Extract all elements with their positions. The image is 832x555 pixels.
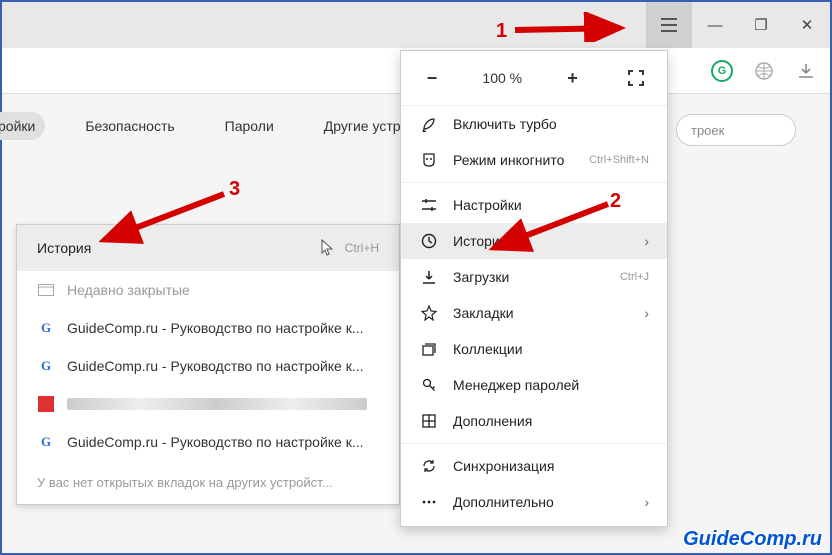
hamburger-menu-button[interactable] [646, 2, 692, 48]
window-titlebar: — ❐ ✕ [2, 2, 830, 48]
redacted-text [67, 398, 367, 410]
site-favicon-g: G [37, 319, 55, 337]
chevron-right-icon: › [644, 233, 649, 249]
history-item[interactable]: G GuideComp.ru - Руководство по настройк… [17, 309, 399, 347]
fullscreen-button[interactable] [623, 65, 649, 91]
annotation-3: 3 [229, 178, 240, 201]
more-icon [419, 494, 439, 510]
tab-passwords[interactable]: Пароли [215, 112, 284, 140]
zoom-row: − 100 % + [401, 51, 667, 106]
search-settings-input[interactable]: троек [676, 114, 796, 146]
history-submenu: История Ctrl+H Недавно закрытые G GuideC… [16, 224, 400, 505]
sync-icon [419, 458, 439, 474]
site-favicon-g: G [37, 433, 55, 451]
incognito-icon [419, 152, 439, 168]
zoom-in-button[interactable]: + [560, 65, 586, 91]
sliders-icon [419, 197, 439, 213]
shortcut-label: Ctrl+Shift+N [589, 154, 649, 166]
menu-addons[interactable]: Дополнения [401, 403, 667, 439]
no-tabs-message: У вас нет открытых вкладок на других уст… [17, 461, 399, 504]
minimize-button[interactable]: — [692, 2, 738, 48]
zoom-out-button[interactable]: − [419, 65, 445, 91]
history-item[interactable] [17, 385, 399, 423]
menu-more[interactable]: Дополнительно › [401, 484, 667, 520]
menu-history[interactable]: История › [401, 223, 667, 259]
history-label: История [37, 240, 91, 256]
history-item[interactable]: G GuideComp.ru - Руководство по настройк… [17, 347, 399, 385]
site-favicon-g: G [37, 357, 55, 375]
maximize-button[interactable]: ❐ [738, 2, 784, 48]
history-shortcut: Ctrl+H [345, 241, 379, 255]
site-favicon-red [37, 395, 55, 413]
tab-settings[interactable]: ройки [0, 112, 45, 140]
download-icon[interactable] [794, 59, 818, 83]
history-submenu-header[interactable]: История Ctrl+H [17, 225, 399, 271]
collections-icon [419, 341, 439, 357]
main-menu: − 100 % + Включить турбо Режим инкогнито… [400, 50, 668, 527]
download-icon [419, 269, 439, 285]
window-icon [37, 281, 55, 299]
menu-sync[interactable]: Синхронизация [401, 448, 667, 484]
grammarly-icon[interactable]: G [710, 59, 734, 83]
menu-passwords[interactable]: Менеджер паролей [401, 367, 667, 403]
star-icon [419, 305, 439, 321]
menu-bookmarks[interactable]: Закладки › [401, 295, 667, 331]
close-button[interactable]: ✕ [784, 2, 830, 48]
menu-settings[interactable]: Настройки [401, 187, 667, 223]
shortcut-label: Ctrl+J [620, 271, 649, 283]
puzzle-icon [419, 413, 439, 429]
globe-icon[interactable] [752, 59, 776, 83]
rocket-icon [419, 116, 439, 132]
chevron-right-icon: › [644, 494, 649, 510]
clock-icon [419, 233, 439, 249]
key-icon [419, 377, 439, 393]
recently-closed-header: Недавно закрытые [17, 271, 399, 309]
watermark: GuideComp.ru [683, 528, 822, 551]
tab-security[interactable]: Безопасность [75, 112, 184, 140]
cursor-icon [321, 239, 335, 257]
history-item[interactable]: G GuideComp.ru - Руководство по настройк… [17, 423, 399, 461]
chevron-right-icon: › [644, 305, 649, 321]
menu-incognito[interactable]: Режим инкогнито Ctrl+Shift+N [401, 142, 667, 178]
menu-collections[interactable]: Коллекции [401, 331, 667, 367]
menu-turbo[interactable]: Включить турбо [401, 106, 667, 142]
zoom-value: 100 % [482, 70, 522, 86]
menu-downloads[interactable]: Загрузки Ctrl+J [401, 259, 667, 295]
